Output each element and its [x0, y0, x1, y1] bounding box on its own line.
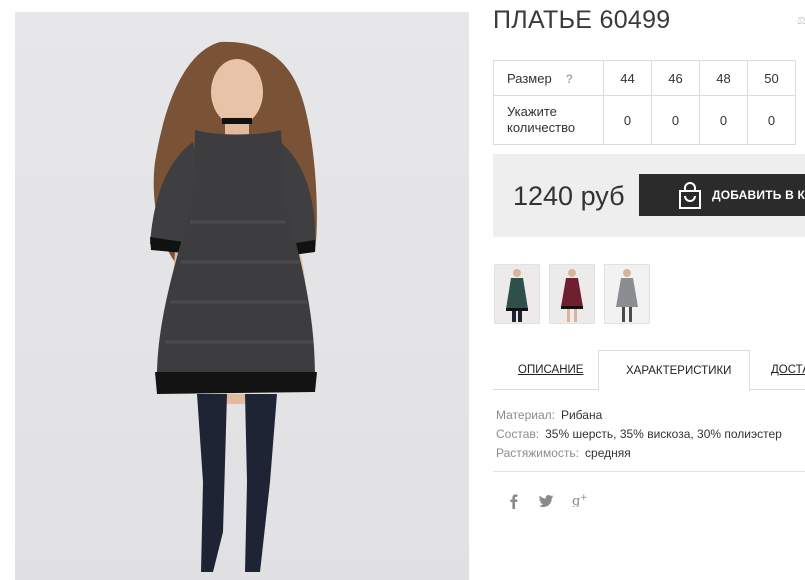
green-dress-thumbnail[interactable] — [494, 264, 540, 324]
quantity-label: Укажите количество — [507, 104, 576, 135]
green-dress-image — [495, 265, 539, 323]
gray-dress-image — [605, 265, 649, 323]
svg-text:+: + — [580, 493, 588, 503]
quantity-input-44[interactable]: 0 — [603, 95, 652, 145]
characteristics-list: Материал: Рибана Состав: 35% шерсть, 35% в… — [496, 406, 782, 463]
size-44: 44 — [603, 60, 652, 96]
characteristic-composition: Состав: 35% шерсть, 35% вискоза, 30% поли… — [496, 425, 782, 444]
gray-dress-thumbnail[interactable] — [604, 264, 650, 324]
product-price: 1240 руб — [513, 181, 625, 211]
material-key: Материал: — [496, 408, 555, 422]
characteristic-stretch: Растяжимость: средняя — [496, 444, 782, 463]
product-title: ПЛАТЬЕ 60499 — [493, 6, 671, 34]
add-to-cart-label: ДОБАВИТЬ В КОРЗИНУ — [712, 188, 805, 202]
quantity-input-46[interactable]: 0 — [651, 95, 700, 145]
size-table: Размер? 44 46 48 50 Укажите количество 0… — [493, 60, 796, 145]
tab-description-label: ОПИСАНИЕ — [518, 364, 584, 376]
burgundy-dress-image — [550, 265, 594, 323]
product-photo[interactable] — [15, 12, 469, 580]
facebook-icon[interactable] — [510, 494, 518, 512]
size-48: 48 — [699, 60, 748, 96]
tab-characteristics-label: ХАРАКТЕРИСТИКИ — [626, 365, 732, 377]
material-value: Рибана — [560, 408, 603, 422]
tab-characteristics[interactable]: ХАРАКТЕРИСТИКИ — [598, 350, 750, 391]
composition-value: 35% шерсть, 35% вискоза, 30% полиэстер — [545, 427, 782, 441]
tab-delivery[interactable]: ДОСТАВКА — [760, 350, 805, 389]
size-header: Размер? — [493, 60, 604, 96]
size-help-icon[interactable]: ? — [566, 72, 573, 86]
size-50: 50 — [747, 60, 796, 96]
twitter-icon[interactable] — [539, 494, 553, 510]
burgundy-dress-thumbnail[interactable] — [549, 264, 595, 324]
quantity-header: Укажите количество — [493, 95, 604, 145]
model-illustration — [150, 41, 317, 572]
quantity-input-48[interactable]: 0 — [699, 95, 748, 145]
shopping-bag-icon — [679, 182, 701, 209]
add-to-cart-button[interactable]: ДОБАВИТЬ В КОРЗИНУ — [639, 174, 805, 216]
price-box: 1240 руб ДОБАВИТЬ В КОРЗИНУ — [493, 154, 805, 237]
characteristic-material: Материал: Рибана — [496, 406, 782, 425]
quantity-input-50[interactable]: 0 — [747, 95, 796, 145]
size-header-label: Размер — [507, 70, 552, 86]
stretch-key: Растяжимость: — [496, 446, 580, 460]
size-46: 46 — [651, 60, 700, 96]
composition-key: Состав: — [496, 427, 540, 441]
google-plus-icon[interactable]: g + — [572, 493, 588, 510]
stretch-value: средняя — [585, 446, 631, 460]
compare-icon[interactable]: ⚖ — [797, 14, 805, 28]
tab-description[interactable]: ОПИСАНИЕ — [510, 350, 590, 389]
divider — [493, 471, 805, 472]
tab-delivery-label: ДОСТАВКА — [771, 364, 805, 376]
